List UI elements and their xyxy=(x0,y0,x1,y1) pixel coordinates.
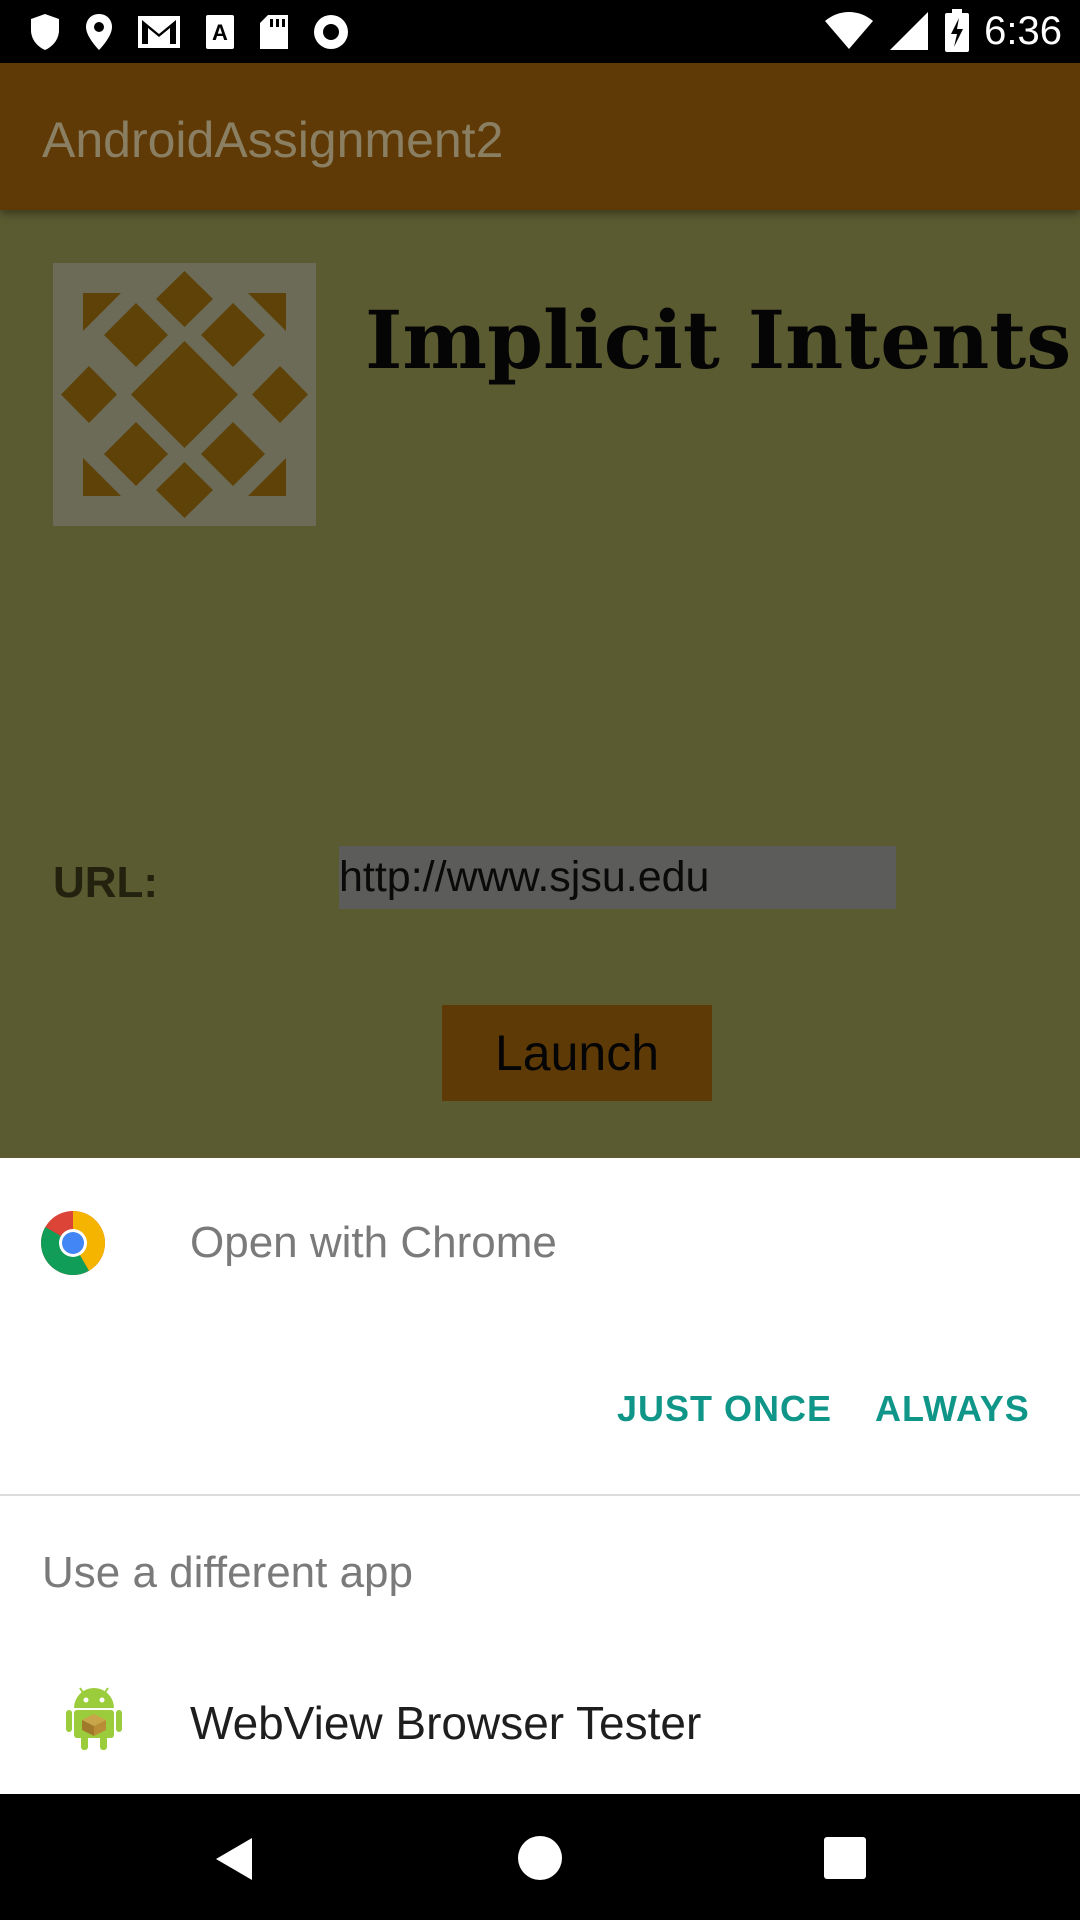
font-icon: A xyxy=(206,15,234,49)
home-icon[interactable] xyxy=(518,1836,562,1880)
app-bar: AndroidAssignment2 xyxy=(0,63,1080,210)
app-content: AndroidAssignment2 Implicit Intents URL:… xyxy=(0,63,1080,1158)
svg-text:A: A xyxy=(212,20,228,45)
url-label: URL: xyxy=(53,858,159,907)
page-heading: Implicit Intents xyxy=(365,293,1072,387)
notification-icons: A xyxy=(28,10,350,54)
app-option-webview-browser-tester[interactable]: WebView Browser Tester xyxy=(190,1696,701,1750)
wifi-icon xyxy=(825,12,874,49)
signal-icon xyxy=(890,12,929,50)
recents-icon[interactable] xyxy=(824,1837,866,1879)
clock: 6:36 xyxy=(984,8,1062,53)
shield-icon xyxy=(31,14,59,50)
navigation-bar xyxy=(0,1794,1080,1920)
just-once-button[interactable]: JUST ONCE xyxy=(617,1388,832,1430)
sd-card-icon xyxy=(260,15,288,49)
location-pin-icon xyxy=(86,14,112,50)
gmail-icon xyxy=(138,16,180,48)
app-logo xyxy=(53,263,316,526)
url-input[interactable]: http://www.sjsu.edu xyxy=(339,846,896,909)
open-with-label: Open with Chrome xyxy=(190,1218,557,1267)
back-icon[interactable] xyxy=(212,1836,256,1882)
divider xyxy=(0,1494,1080,1496)
open-with-sheet: Open with Chrome JUST ONCE ALWAYS Use a … xyxy=(0,1158,1080,1794)
use-different-app-label: Use a different app xyxy=(42,1548,413,1597)
record-icon xyxy=(314,15,348,49)
logo-image xyxy=(53,263,316,526)
status-bar: A 6:36 xyxy=(0,0,1080,63)
launch-button[interactable]: Launch xyxy=(442,1005,712,1101)
app-title: AndroidAssignment2 xyxy=(42,112,504,168)
chrome-icon xyxy=(41,1211,105,1275)
always-button[interactable]: ALWAYS xyxy=(875,1388,1030,1430)
system-status-icons: 6:36 xyxy=(824,6,1062,56)
android-icon xyxy=(66,1687,122,1750)
battery-charging-icon xyxy=(945,9,970,52)
